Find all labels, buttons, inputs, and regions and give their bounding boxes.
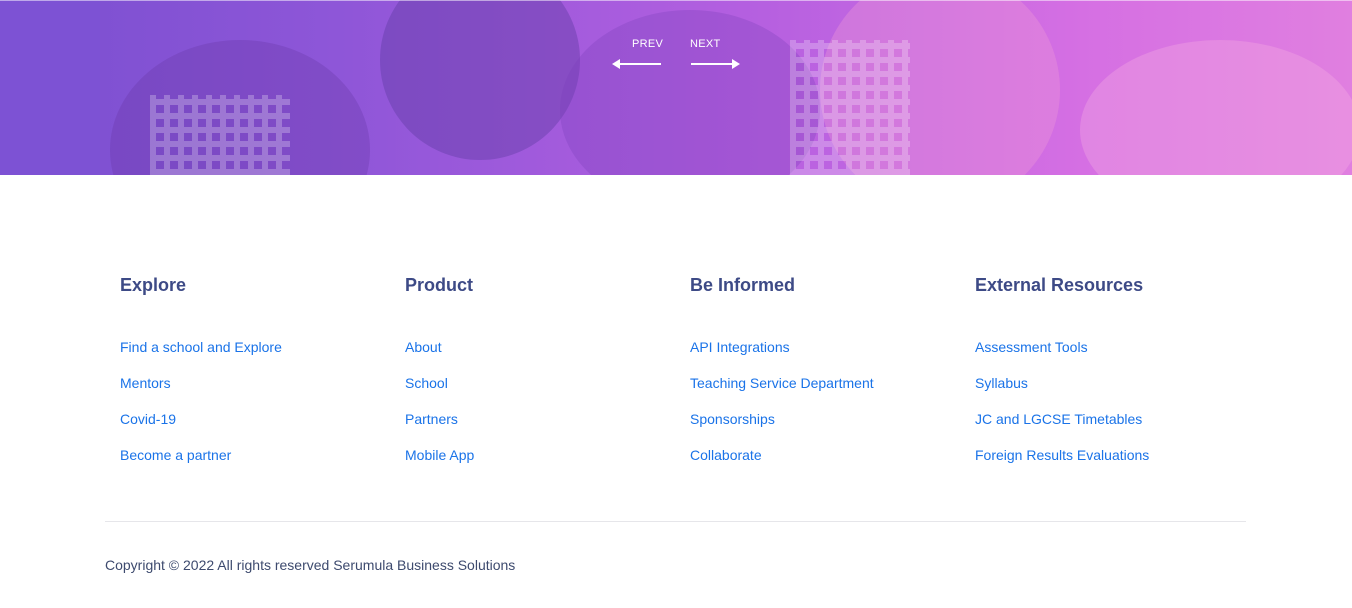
footer-link-partners[interactable]: Partners [405, 411, 458, 427]
site-footer: Explore Find a school and Explore Mentor… [0, 175, 1352, 608]
hero-photo-shape [380, 0, 580, 160]
list-item: API Integrations [690, 339, 970, 375]
footer-link-syllabus[interactable]: Syllabus [975, 375, 1028, 391]
list-item: Syllabus [975, 375, 1255, 411]
hero-photo-texture [790, 40, 910, 175]
link-list: About School Partners Mobile App [405, 339, 685, 483]
footer-link-find-school[interactable]: Find a school and Explore [120, 339, 282, 355]
column-heading: Be Informed [690, 275, 796, 295]
footer-link-mentors[interactable]: Mentors [120, 375, 171, 391]
list-item: Become a partner [120, 447, 400, 483]
footer-link-about[interactable]: About [405, 339, 442, 355]
footer-column-product: Product About School Partners Mobile App [405, 275, 685, 483]
hero-photo-texture [150, 95, 290, 175]
column-heading: Product [405, 275, 474, 295]
footer-link-school[interactable]: School [405, 375, 448, 391]
footer-link-assessment-tools[interactable]: Assessment Tools [975, 339, 1088, 355]
hero-top-line [0, 0, 1352, 1]
footer-link-api-integrations[interactable]: API Integrations [690, 339, 790, 355]
arrow-left-icon [612, 59, 661, 69]
footer-link-mobile-app[interactable]: Mobile App [405, 447, 474, 463]
list-item: Covid-19 [120, 411, 400, 447]
hero-left-edge [0, 0, 100, 175]
footer-link-covid[interactable]: Covid-19 [120, 411, 176, 427]
footer-divider [105, 521, 1246, 522]
prev-button[interactable]: PREV [612, 38, 664, 72]
hero-photo-shape [560, 10, 820, 175]
column-heading: External Resources [975, 275, 1144, 295]
list-item: Partners [405, 411, 685, 447]
footer-link-teaching-service[interactable]: Teaching Service Department [690, 375, 874, 391]
footer-link-timetables[interactable]: JC and LGCSE Timetables [975, 411, 1142, 427]
list-item: About [405, 339, 685, 375]
arrow-right-icon [691, 59, 740, 69]
footer-column-external-resources: External Resources Assessment Tools Syll… [975, 275, 1255, 483]
list-item: JC and LGCSE Timetables [975, 411, 1255, 447]
hero-banner: PREV NEXT [0, 0, 1352, 175]
list-item: Sponsorships [690, 411, 970, 447]
footer-link-foreign-results[interactable]: Foreign Results Evaluations [975, 447, 1149, 463]
footer-link-collaborate[interactable]: Collaborate [690, 447, 762, 463]
next-label: NEXT [690, 38, 721, 50]
list-item: School [405, 375, 685, 411]
link-list: API Integrations Teaching Service Depart… [690, 339, 970, 483]
footer-link-become-partner[interactable]: Become a partner [120, 447, 231, 463]
list-item: Mentors [120, 375, 400, 411]
list-item: Find a school and Explore [120, 339, 400, 375]
list-item: Assessment Tools [975, 339, 1255, 375]
copyright-text: Copyright © 2022 All rights reserved Ser… [105, 557, 516, 573]
link-list: Assessment Tools Syllabus JC and LGCSE T… [975, 339, 1255, 483]
link-list: Find a school and Explore Mentors Covid-… [120, 339, 400, 483]
list-item: Foreign Results Evaluations [975, 447, 1255, 483]
list-item: Teaching Service Department [690, 375, 970, 411]
list-item: Mobile App [405, 447, 685, 483]
next-button[interactable]: NEXT [690, 38, 742, 72]
list-item: Collaborate [690, 447, 970, 483]
footer-column-explore: Explore Find a school and Explore Mentor… [120, 275, 400, 483]
prev-label: PREV [632, 38, 664, 50]
footer-column-be-informed: Be Informed API Integrations Teaching Se… [690, 275, 970, 483]
column-heading: Explore [120, 275, 187, 295]
footer-link-sponsorships[interactable]: Sponsorships [690, 411, 775, 427]
hero-photo-shape [1080, 40, 1352, 175]
